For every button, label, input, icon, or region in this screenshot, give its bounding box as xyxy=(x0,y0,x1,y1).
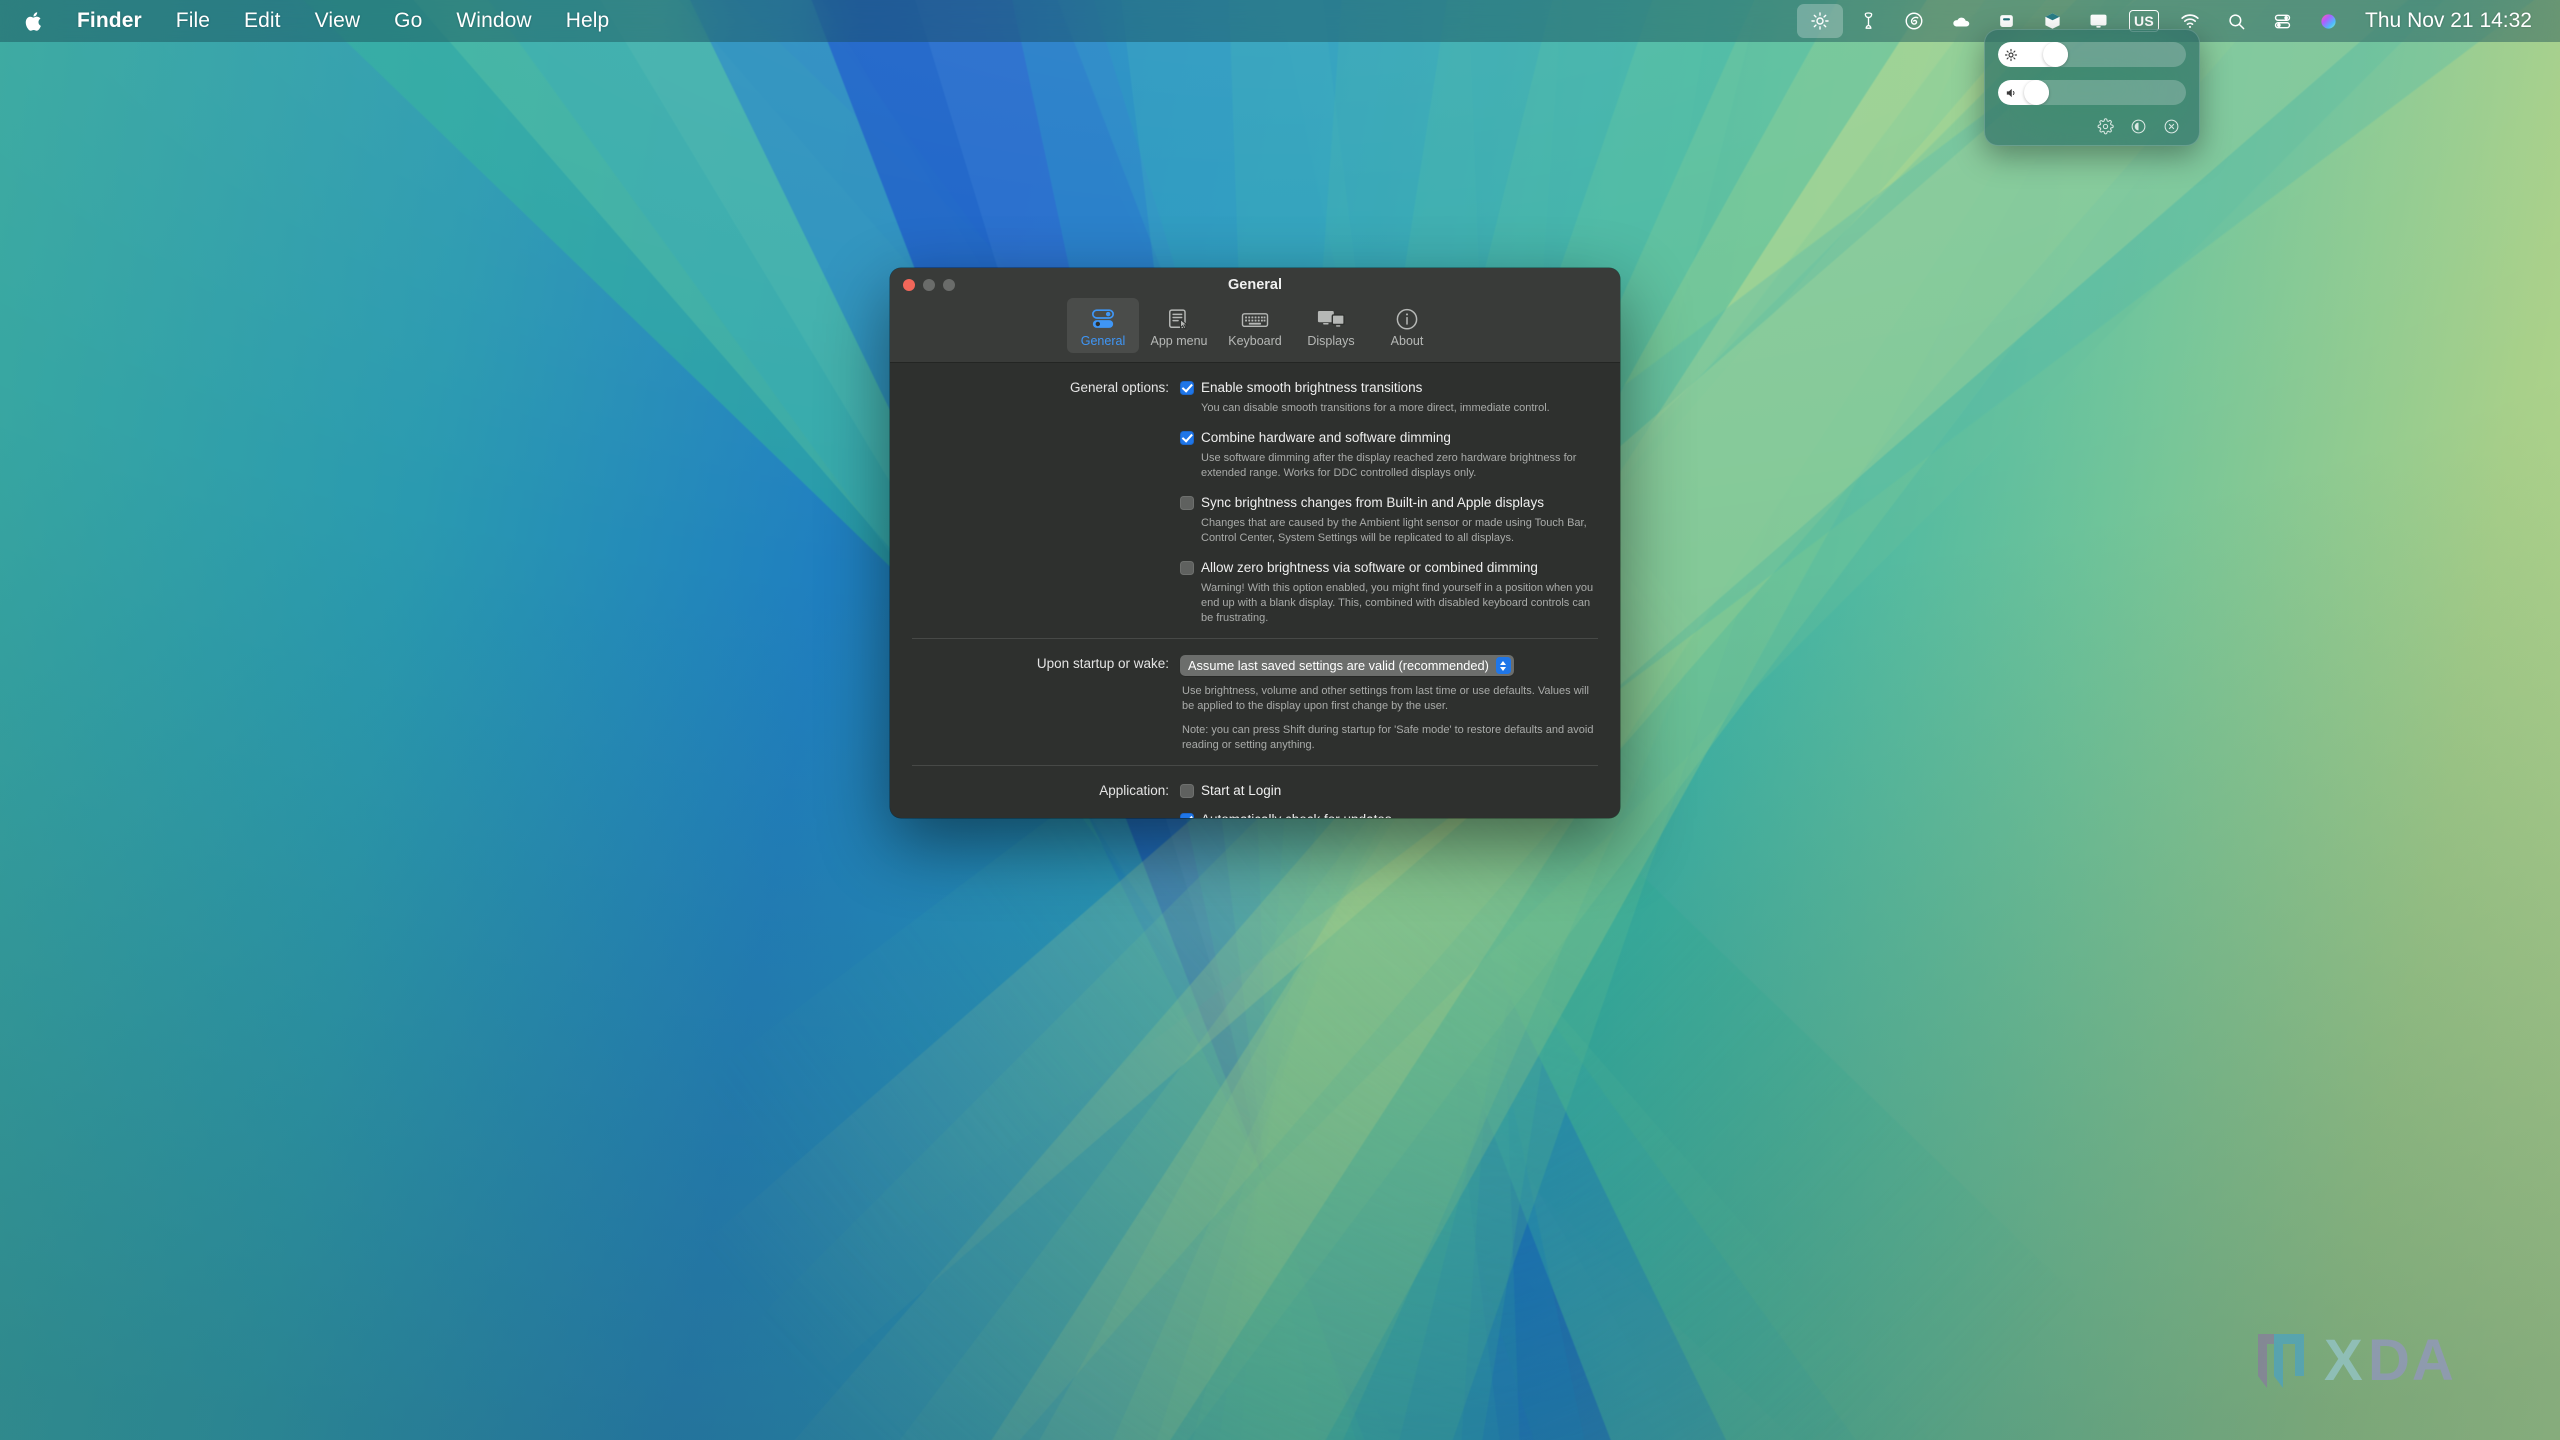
brightness-slider[interactable] xyxy=(1998,42,2186,67)
svg-text:DA: DA xyxy=(2368,1330,2456,1392)
menu-bar-left: Finder File Edit View Go Window Help xyxy=(0,0,626,42)
checkbox-auto-check-updates[interactable]: Automatically check for updates xyxy=(1180,811,1598,818)
displays-icon xyxy=(1317,304,1345,331)
tab-keyboard-label: Keyboard xyxy=(1228,335,1282,348)
tab-about[interactable]: About xyxy=(1371,298,1443,353)
menu-item-file[interactable]: File xyxy=(159,0,227,42)
help-startup-1: Use brightness, volume and other setting… xyxy=(1182,684,1598,714)
application-body: Start at Login Automatically check for u… xyxy=(1180,782,1598,818)
application-row: Application: Start at Login Automaticall… xyxy=(890,782,1620,818)
menu-cursor-icon xyxy=(1167,304,1191,331)
menu-item-view[interactable]: View xyxy=(298,0,378,42)
control-center-icon[interactable] xyxy=(2259,0,2305,42)
menu-item-finder[interactable]: Finder xyxy=(60,0,159,42)
xda-watermark: X DA xyxy=(2254,1330,2512,1392)
close-circle-icon[interactable] xyxy=(2163,118,2180,135)
tab-displays[interactable]: Displays xyxy=(1295,298,1367,353)
sun-brightness-icon xyxy=(2004,48,2018,62)
tab-general-label: General xyxy=(1081,335,1125,348)
help-allow-zero-brightness: Warning! With this option enabled, you m… xyxy=(1201,581,1598,626)
section-startup: Upon startup or wake: Assume last saved … xyxy=(890,639,1620,765)
startup-select-value: Assume last saved settings are valid (re… xyxy=(1188,658,1489,673)
help-combine-dimming: Use software dimming after the display r… xyxy=(1201,451,1598,481)
xda-wordmark: X DA xyxy=(2324,1330,2512,1392)
help-sync-brightness: Changes that are caused by the Ambient l… xyxy=(1201,516,1598,546)
onedrive-cloud-icon[interactable] xyxy=(1937,0,1983,42)
application-label: Application: xyxy=(912,782,1180,800)
tab-displays-label: Displays xyxy=(1307,335,1354,348)
contrast-circle-icon[interactable] xyxy=(2130,118,2147,135)
tab-about-label: About xyxy=(1391,335,1424,348)
keyboard-icon xyxy=(1241,304,1269,331)
volume-slider[interactable] xyxy=(1998,80,2186,105)
startup-row: Upon startup or wake: Assume last saved … xyxy=(890,655,1620,753)
settings-gear-icon[interactable] xyxy=(2097,118,2114,135)
tab-keyboard[interactable]: Keyboard xyxy=(1219,298,1291,353)
desktop-screen: Finder File Edit View Go Window Help xyxy=(0,0,2560,1440)
checkbox-start-at-login[interactable]: Start at Login xyxy=(1180,782,1598,800)
checkbox-allow-zero-brightness[interactable]: Allow zero brightness via software or co… xyxy=(1180,559,1598,577)
popover-action-row xyxy=(1998,118,2186,135)
toggles-icon xyxy=(1091,304,1115,331)
apple-logo-icon[interactable] xyxy=(0,0,60,42)
checkbox-combine-dimming-label: Combine hardware and software dimming xyxy=(1201,429,1451,447)
checkbox-sync-brightness-box[interactable] xyxy=(1180,496,1194,510)
page-title: General xyxy=(890,277,1620,293)
bartender-icon[interactable] xyxy=(1845,0,1891,42)
checkbox-enable-smooth-brightness-label: Enable smooth brightness transitions xyxy=(1201,379,1422,397)
menu-bar-clock[interactable]: Thu Nov 21 14:32 xyxy=(2351,9,2548,33)
spotlight-search-icon[interactable] xyxy=(2213,0,2259,42)
brightness-sun-icon[interactable] xyxy=(1797,4,1843,38)
general-options-label: General options: xyxy=(912,379,1180,397)
window-content: General options: Enable smooth brightnes… xyxy=(890,363,1620,818)
checkbox-enable-smooth-brightness-box[interactable] xyxy=(1180,381,1194,395)
tab-general[interactable]: General xyxy=(1067,298,1139,353)
svg-text:X: X xyxy=(2324,1330,2365,1392)
menu-item-edit[interactable]: Edit xyxy=(227,0,298,42)
siri-icon[interactable] xyxy=(2305,0,2351,42)
info-circle-icon xyxy=(1395,304,1419,331)
checkbox-auto-check-updates-label: Automatically check for updates xyxy=(1201,811,1392,818)
startup-select[interactable]: Assume last saved settings are valid (re… xyxy=(1180,655,1514,676)
checkbox-sync-brightness[interactable]: Sync brightness changes from Built-in an… xyxy=(1180,494,1598,512)
checkbox-allow-zero-brightness-label: Allow zero brightness via software or co… xyxy=(1201,559,1538,577)
chevron-updown-icon xyxy=(1496,657,1511,674)
checkbox-combine-dimming[interactable]: Combine hardware and software dimming xyxy=(1180,429,1598,447)
brightness-volume-popover xyxy=(1984,29,2200,146)
general-settings-window: General General xyxy=(890,268,1620,818)
tab-app-menu-label: App menu xyxy=(1151,335,1208,348)
volume-slider-knob[interactable] xyxy=(2024,80,2049,105)
menu-item-help[interactable]: Help xyxy=(549,0,627,42)
adobe-creative-cloud-icon[interactable] xyxy=(1891,0,1937,42)
tab-app-menu[interactable]: App menu xyxy=(1143,298,1215,353)
general-options-body: Enable smooth brightness transitions You… xyxy=(1180,379,1598,626)
speaker-volume-icon xyxy=(2004,86,2019,100)
checkbox-start-at-login-box[interactable] xyxy=(1180,784,1194,798)
section-general-options: General options: Enable smooth brightnes… xyxy=(890,363,1620,638)
general-options-row: General options: Enable smooth brightnes… xyxy=(890,379,1620,626)
brightness-slider-knob[interactable] xyxy=(2043,42,2068,67)
window-titlebar: General General xyxy=(890,268,1620,363)
checkbox-allow-zero-brightness-box[interactable] xyxy=(1180,561,1194,575)
checkbox-combine-dimming-box[interactable] xyxy=(1180,431,1194,445)
checkbox-start-at-login-label: Start at Login xyxy=(1201,782,1281,800)
help-enable-smooth-brightness: You can disable smooth transitions for a… xyxy=(1201,401,1598,416)
section-application: Application: Start at Login Automaticall… xyxy=(890,766,1620,818)
startup-body: Assume last saved settings are valid (re… xyxy=(1180,655,1598,753)
menu-item-window[interactable]: Window xyxy=(439,0,548,42)
window-toolbar: General App menu xyxy=(890,298,1620,353)
xda-bracket-logo-icon xyxy=(2254,1332,2308,1390)
help-startup-2: Note: you can press Shift during startup… xyxy=(1182,723,1598,753)
startup-label: Upon startup or wake: xyxy=(912,655,1180,673)
checkbox-auto-check-updates-box[interactable] xyxy=(1180,813,1194,818)
checkbox-enable-smooth-brightness[interactable]: Enable smooth brightness transitions xyxy=(1180,379,1598,397)
checkbox-sync-brightness-label: Sync brightness changes from Built-in an… xyxy=(1201,494,1544,512)
menu-item-go[interactable]: Go xyxy=(377,0,439,42)
